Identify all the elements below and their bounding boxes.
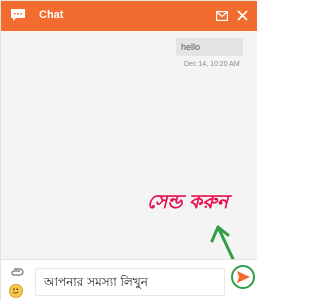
message-bubble: hello [176,38,243,56]
send-annotation-label: সেন্ড করুন [147,191,229,213]
send-icon [237,271,250,283]
message-input[interactable]: আপনার সমস্যা লিখুন [35,268,225,296]
attach-icon[interactable] [10,267,24,277]
close-icon[interactable] [237,10,248,21]
chat-title: Chat [39,9,64,21]
mail-icon[interactable] [216,11,228,21]
chat-header: Chat [1,1,257,31]
emoji-icon[interactable] [9,284,23,298]
chat-bubble-icon [11,9,25,21]
message-list: hello Dec 14, 10:20 AM সেন্ড করুন [1,31,257,293]
message-text: hello [181,42,201,52]
chat-window: Chat hello Dec 14, 10:20 AM সেন্ড করুন আ… [0,0,257,301]
send-button[interactable] [231,265,255,289]
message-timestamp: Dec 14, 10:20 AM [184,61,240,68]
composer: আপনার সমস্যা লিখুন [1,259,257,301]
